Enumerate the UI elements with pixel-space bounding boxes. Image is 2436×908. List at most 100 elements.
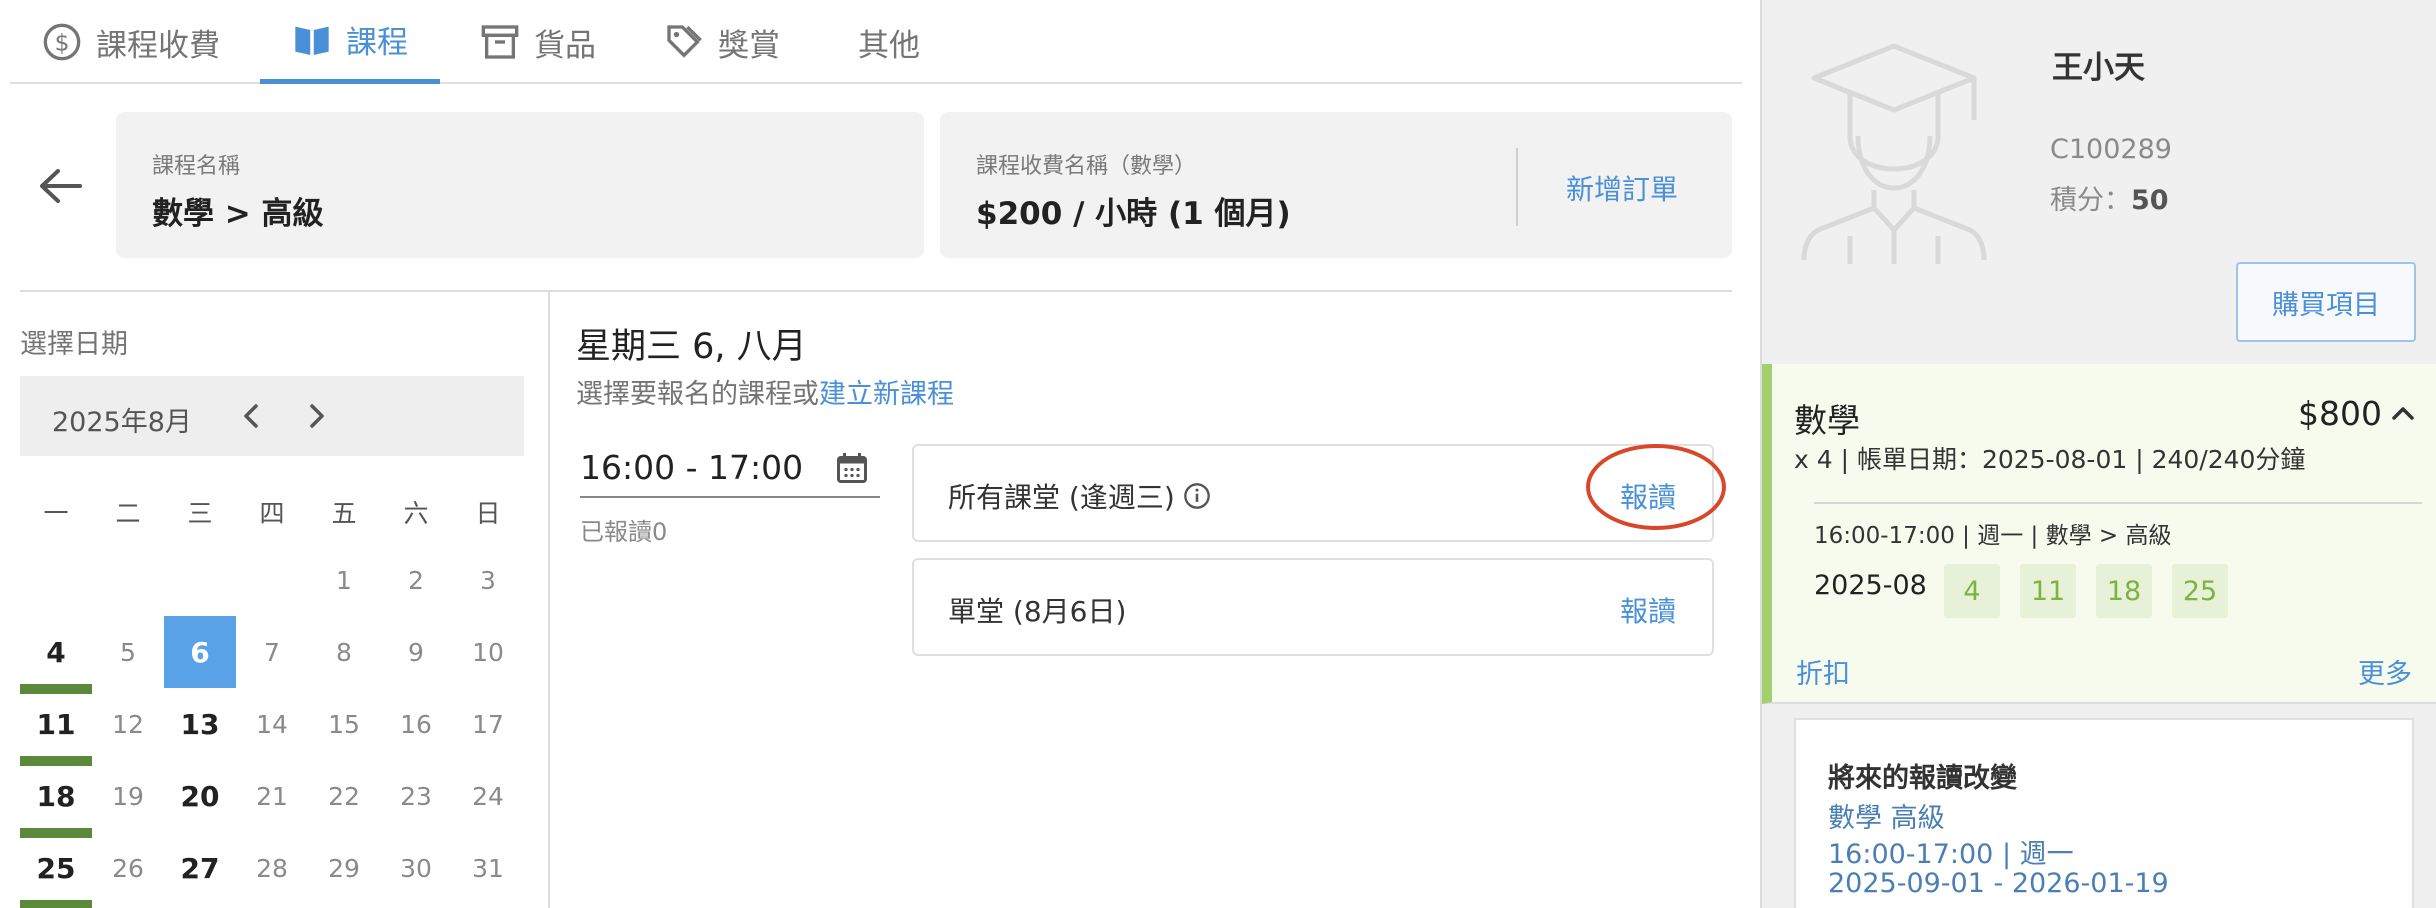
calendar-day[interactable]: 28 [236,832,308,904]
calendar-day-number: 16 [400,709,432,739]
session-time-range[interactable]: 16:00 - 17:00 [580,448,803,487]
option-label: 所有課堂 (逢週三) [948,476,1211,516]
date-subtitle: 選擇要報名的課程或建立新課程 [576,372,954,411]
calendar-day-number: 7 [264,637,280,667]
calendar-day-number: 27 [180,851,220,885]
tab-label: 貨品 [534,27,596,64]
prev-month-icon[interactable] [232,396,272,436]
buy-items-button[interactable]: 購買項目 [2236,262,2416,342]
main-tabs: $ 課程收費 課程 貨品 獎賞 其他 [10,0,1742,84]
future-changes-title: 將來的報讀改變 [1828,763,2017,794]
calendar-day-number: 14 [256,709,288,739]
calendar-header: 2025年8月 [20,376,524,456]
calendar-day-number: 13 [180,707,220,741]
order-meta: x 4 | 帳單日期：2025-08-01 | 240/240分鐘 [1794,445,2306,474]
calendar-day-number: 5 [120,637,136,667]
order-day-chip[interactable]: 4 [1944,564,2000,618]
calendar-day[interactable]: 23 [380,760,452,832]
calendar-day-number: 24 [472,781,504,811]
open-book-icon [295,26,329,55]
calendar-month-label: 2025年8月 [52,407,192,438]
calendar-day[interactable]: 2 [380,544,452,616]
calendar-day[interactable]: 5 [92,616,164,688]
calendar-day-number: 8 [336,637,352,667]
tab-goods[interactable]: 貨品 [448,0,628,84]
calendar-day[interactable]: 25 [20,832,92,908]
calendar-day[interactable]: 31 [452,832,524,904]
calendar-day-number: 11 [36,707,76,741]
graduate-avatar-icon [1801,43,1987,264]
calendar-title: 選擇日期 [20,329,128,360]
future-course: 數學 高級 [1828,803,1945,834]
time-underline [580,496,880,498]
calendar-day[interactable]: 22 [308,760,380,832]
calendar-day[interactable]: 21 [236,760,308,832]
enroll-single-button[interactable]: 報讀 [1620,590,1676,630]
column-divider [548,292,550,908]
calendar-day[interactable]: 3 [452,544,524,616]
calendar-day[interactable]: 11 [20,688,92,766]
option-label: 單堂 (8月6日) [948,595,1127,628]
enrolled-marker [20,900,92,908]
next-month-icon[interactable] [296,396,336,436]
calendar-day[interactable]: 14 [236,688,308,760]
calendar-day-number: 17 [472,709,504,739]
calendar-day[interactable]: 15 [308,688,380,760]
calendar-day[interactable]: 30 [380,832,452,904]
discount-link[interactable]: 折扣 [1796,652,1850,691]
calendar-day[interactable]: 7 [236,616,308,688]
order-subject: 數學 [1794,401,1860,440]
back-arrow-icon[interactable] [36,166,84,206]
calendar-day-selected[interactable]: 6 [164,616,236,688]
calendar-day[interactable]: 13 [164,688,236,760]
calendar-day[interactable]: 16 [380,688,452,760]
calendar-day[interactable]: 26 [92,832,164,904]
archive-box-icon [481,25,519,59]
weekday-header: 六 [403,499,429,528]
calendar-day[interactable]: 17 [452,688,524,760]
student-name: 王小天 [2052,50,2145,86]
calendar-day[interactable]: 12 [92,688,164,760]
calendar-day-number: 23 [400,781,432,811]
tab-rewards[interactable]: 獎賞 [632,0,812,84]
more-link[interactable]: 更多 [2358,652,2412,691]
new-order-link[interactable]: 新增訂單 [1566,168,1678,208]
tab-course-fees[interactable]: $ 課程收費 [10,0,252,84]
calendar-day-number: 25 [36,851,76,885]
calendar-day[interactable]: 19 [92,760,164,832]
calendar-day[interactable]: 10 [452,616,524,688]
course-name-label: 課程名稱 [152,154,241,179]
order-schedule: 16:00-17:00 | 週一 | 數學 > 高級 [1814,523,2172,549]
calendar-day[interactable]: 8 [308,616,380,688]
calendar-day[interactable]: 4 [20,616,92,694]
chevron-up-icon[interactable] [2388,398,2418,428]
selected-date-title: 星期三 6, 八月 [576,327,807,367]
calendar-day-number: 3 [480,565,496,595]
calendar-day-number: 26 [112,853,144,883]
order-price: $800 [2298,394,2382,433]
order-day-chip[interactable]: 25 [2172,564,2228,618]
info-circle-icon[interactable] [1183,482,1211,510]
order-day-chip[interactable]: 18 [2096,564,2152,618]
calendar-day-number: 6 [190,635,210,669]
calendar-day[interactable]: 24 [452,760,524,832]
order-day-chip[interactable]: 11 [2020,564,2076,618]
tab-courses[interactable]: 課程 [260,0,440,84]
calendar-day[interactable]: 27 [164,832,236,904]
option-single-class: 單堂 (8月6日) 報讀 [912,558,1714,656]
calendar-day[interactable]: 29 [308,832,380,904]
section-divider [20,290,1732,292]
order-card: 數學 $800 x 4 | 帳單日期：2025-08-01 | 240/240分… [1762,364,2436,704]
calendar-day[interactable]: 18 [20,760,92,838]
calendar-day[interactable]: 9 [380,616,452,688]
order-month: 2025-08 [1814,570,1927,601]
calendar-icon[interactable] [834,450,870,486]
calendar-day[interactable]: 1 [308,544,380,616]
course-fee-card: 課程收費名稱（數學） $200 / 小時 (1 個月) 新增訂單 [940,112,1732,258]
calendar-day-number: 2 [408,565,424,595]
order-separator [1814,502,2422,504]
create-course-link[interactable]: 建立新課程 [819,379,954,410]
subtitle-text: 選擇要報名的課程或 [576,379,819,410]
calendar-day[interactable]: 20 [164,760,236,832]
tab-others[interactable]: 其他 [826,0,952,84]
